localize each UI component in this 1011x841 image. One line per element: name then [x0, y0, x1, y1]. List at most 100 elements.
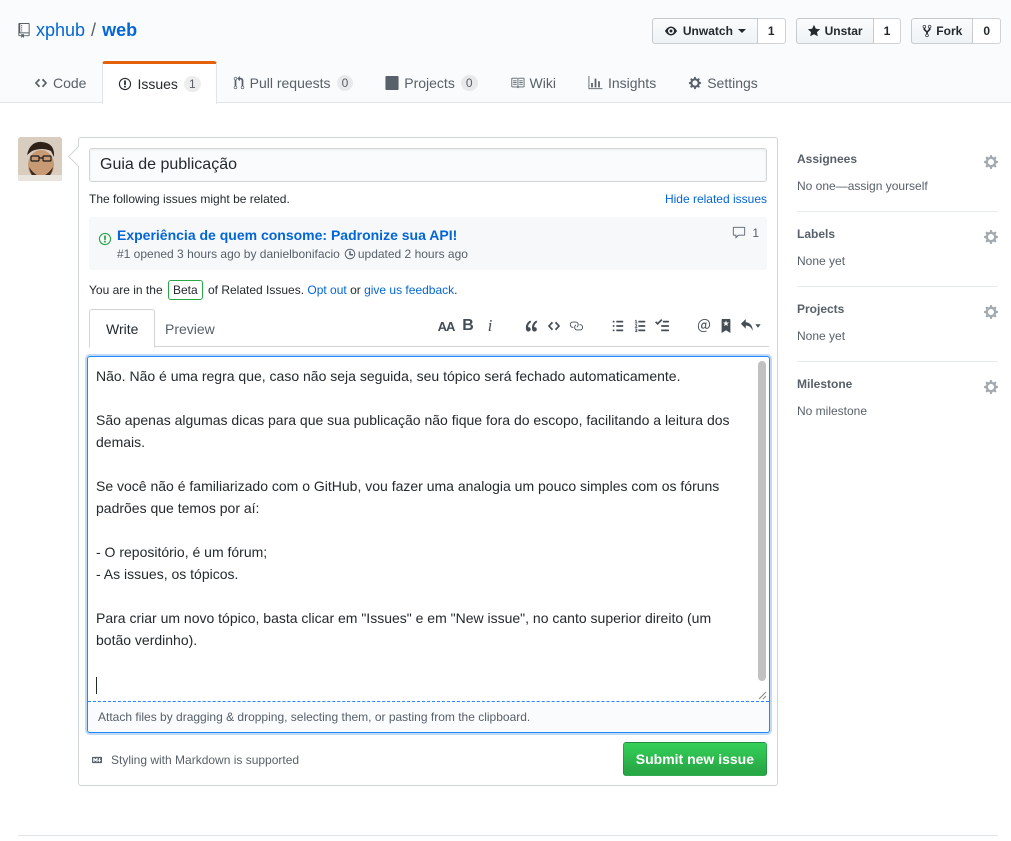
beta-badge: Beta	[167, 280, 203, 300]
projects-gear-icon[interactable]	[984, 304, 998, 320]
new-issue-form: The following issues might be related. H…	[78, 137, 778, 786]
bold-icon[interactable]: B	[457, 315, 479, 337]
issue-opened-icon	[98, 232, 112, 246]
issue-body-textarea[interactable]: Não. Não é uma regra que, caso não seja …	[88, 357, 769, 701]
sidebar-projects: Projects None yet	[797, 287, 998, 362]
hide-related-issues-link[interactable]: Hide related issues	[665, 192, 767, 206]
milestone-gear-icon[interactable]	[984, 379, 998, 395]
tab-code-label: Code	[53, 74, 87, 91]
watch-group: Unwatch 1	[651, 18, 786, 44]
code-icon[interactable]	[543, 315, 565, 337]
related-issue-opened: #1 opened 3 hours ago by danielbonifacio	[117, 247, 340, 261]
task-list-icon[interactable]	[651, 315, 673, 337]
header-text-icon[interactable]: AA	[435, 315, 457, 337]
opt-out-link[interactable]: Opt out	[307, 283, 346, 297]
avatar[interactable]	[18, 137, 62, 181]
issues-counter: 1	[183, 76, 201, 92]
mention-icon[interactable]	[693, 315, 715, 337]
beta-notice: You are in the Beta of Related Issues. O…	[89, 280, 457, 300]
repo-actions: Unwatch 1 Unstar 1 Fork 0	[651, 18, 1011, 44]
beta-prefix: You are in the	[89, 283, 166, 297]
markdown-toolbar: AA B i	[435, 315, 765, 337]
tab-wiki[interactable]: Wiki	[494, 61, 572, 103]
markdown-support-text: Styling with Markdown is supported	[111, 753, 300, 767]
tab-settings[interactable]: Settings	[672, 61, 774, 103]
repo-icon	[18, 23, 30, 38]
bookmark-icon[interactable]	[715, 315, 737, 337]
tab-pull-requests[interactable]: Pull requests 0	[217, 61, 370, 103]
resize-grip-icon[interactable]	[758, 691, 767, 700]
unstar-button[interactable]: Unstar	[795, 18, 874, 44]
link-icon[interactable]	[565, 315, 587, 337]
repo-owner-link[interactable]: xphub	[36, 20, 85, 41]
milestone-value: No milestone	[797, 404, 868, 418]
milestone-heading: Milestone	[797, 377, 853, 391]
related-issue-meta: #1 opened 3 hours ago by danielbonifacio…	[117, 247, 468, 261]
repo-name-link[interactable]: web	[102, 20, 137, 41]
tab-pull-requests-label: Pull requests	[249, 74, 331, 91]
stars-count[interactable]: 1	[873, 18, 902, 44]
tab-preview[interactable]: Preview	[149, 309, 231, 348]
tab-issues[interactable]: Issues 1	[102, 61, 217, 104]
related-issue-comments[interactable]: 1	[731, 226, 759, 240]
clock-icon	[344, 248, 356, 260]
form-footer: Styling with Markdown is supported Submi…	[89, 742, 767, 776]
beta-middle: of Related Issues.	[204, 283, 308, 297]
repo-separator: /	[91, 20, 97, 40]
issue-body-text: Não. Não é uma regra que, caso não seja …	[96, 368, 730, 648]
beta-or: or	[346, 283, 365, 297]
related-issue-title-link[interactable]: Experiência de quem consome: Padronize s…	[117, 227, 457, 243]
fork-label: Fork	[936, 24, 963, 38]
tab-projects-label: Projects	[404, 74, 455, 91]
issue-icon	[119, 77, 132, 91]
comment-icon	[733, 226, 746, 239]
tab-insights[interactable]: Insights	[572, 61, 672, 103]
forks-count[interactable]: 0	[973, 18, 1001, 44]
star-group: Unstar 1	[795, 18, 902, 44]
tab-code[interactable]: Code	[18, 61, 102, 103]
sidebar-assignees: Assignees No one—assign yourself	[797, 137, 998, 212]
dropdown-caret-icon	[737, 29, 746, 33]
sidebar-labels: Labels None yet	[797, 212, 998, 287]
projects-value: None yet	[797, 329, 846, 343]
eye-icon	[664, 26, 677, 36]
assign-yourself-link[interactable]: No one—assign yourself	[797, 179, 928, 193]
beta-end: .	[454, 283, 458, 297]
reply-icon[interactable]	[737, 315, 765, 337]
markdown-support-note[interactable]: Styling with Markdown is supported	[89, 753, 299, 767]
code-icon	[34, 78, 48, 87]
textarea-scrollbar[interactable]	[758, 361, 766, 681]
ordered-list-icon[interactable]	[629, 315, 651, 337]
project-icon	[385, 75, 399, 90]
sidebar-milestone: Milestone No milestone	[797, 362, 998, 437]
repo-nav: Code Issues 1 Pull requests 0 Projects 0…	[18, 61, 774, 104]
pull-request-icon	[233, 75, 244, 89]
markdown-icon	[92, 756, 102, 764]
unwatch-button[interactable]: Unwatch	[651, 18, 758, 44]
labels-value: None yet	[797, 254, 846, 268]
projects-counter: 0	[460, 74, 478, 91]
submit-new-issue-button[interactable]: Submit new issue	[622, 742, 767, 776]
repo-header: xphub / web Unwatch 1 Unstar 1 Fork 0 Co…	[0, 0, 1011, 104]
tab-wiki-label: Wiki	[529, 74, 556, 91]
avatar-picture	[18, 137, 62, 181]
gear-icon	[689, 76, 702, 89]
assignees-gear-icon[interactable]	[984, 154, 998, 170]
tab-write[interactable]: Write	[89, 309, 156, 348]
italic-icon[interactable]: i	[479, 315, 501, 337]
labels-gear-icon[interactable]	[984, 229, 998, 245]
fork-button[interactable]: Fork	[911, 18, 974, 44]
issue-title-input[interactable]	[89, 148, 767, 182]
unordered-list-icon[interactable]	[607, 315, 629, 337]
unstar-label: Unstar	[824, 24, 863, 38]
related-issue-item: Experiência de quem consome: Padronize s…	[89, 217, 767, 270]
quote-icon[interactable]	[521, 315, 543, 337]
tab-projects[interactable]: Projects 0	[369, 61, 493, 103]
give-feedback-link[interactable]: give us feedback	[364, 283, 454, 297]
projects-heading: Projects	[797, 302, 845, 316]
watchers-count[interactable]: 1	[757, 18, 786, 44]
comment-editor: Não. Não é uma regra que, caso não seja …	[87, 356, 770, 733]
unwatch-label: Unwatch	[682, 24, 733, 38]
text-caret	[96, 676, 97, 694]
file-attach-hint[interactable]: Attach files by dragging & dropping, sel…	[88, 701, 769, 732]
